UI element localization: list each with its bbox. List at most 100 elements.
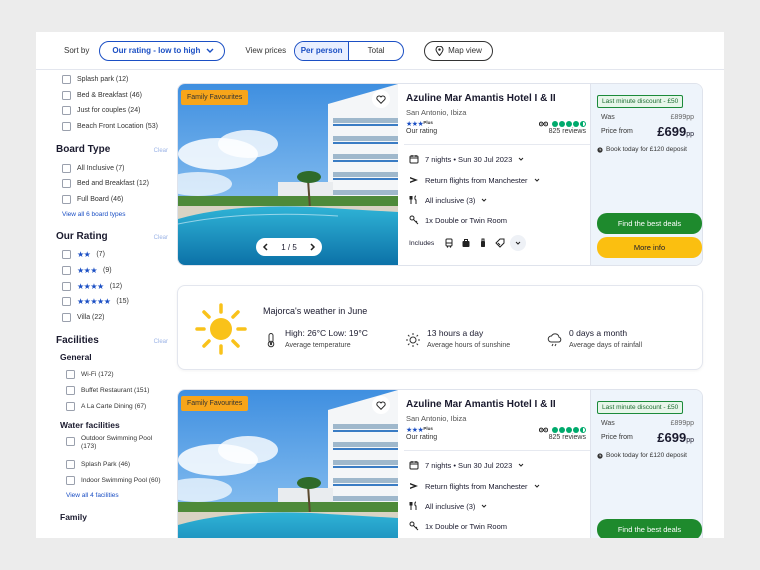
thermometer-icon — [267, 333, 275, 348]
checkbox[interactable] — [62, 194, 71, 204]
filter-option[interactable]: Villa (22) — [56, 310, 168, 326]
price-from-label: Price from — [601, 128, 633, 135]
star-rating-icon: ★★★★★ — [77, 297, 111, 307]
checkbox[interactable] — [62, 122, 71, 132]
find-best-deals-button[interactable]: Find the best deals — [597, 213, 702, 234]
facilities-clear[interactable]: Clear — [154, 339, 168, 345]
rating-option[interactable]: ★★★ (9) — [56, 263, 168, 279]
filter-option[interactable]: Bed & Breakfast (46) — [56, 88, 168, 104]
total-button[interactable]: Total — [349, 42, 403, 60]
filter-label: Wi-Fi (172) — [81, 371, 114, 379]
board-row[interactable]: All inclusive (3) — [409, 501, 487, 511]
filter-option[interactable]: Outdoor Swimming Pool (173) — [56, 435, 168, 457]
filter-option[interactable]: All Inclusive (7) — [56, 160, 168, 176]
board-type-clear[interactable]: Clear — [154, 148, 168, 154]
hotel-photo[interactable]: Family Favourites 1 / 5 — [178, 84, 398, 265]
checkbox[interactable] — [66, 370, 75, 380]
checkbox[interactable] — [66, 475, 75, 485]
price-from-label: Price from — [601, 434, 633, 441]
filter-label: Splash park (12) — [77, 76, 129, 84]
our-rating: ★★★Plus Our rating — [406, 426, 437, 441]
filter-label: Indoor Swimming Pool (60) — [81, 476, 161, 484]
filter-option[interactable]: Splash park (12) — [56, 72, 168, 88]
board-type-header: Board Type Clear — [56, 144, 168, 155]
view-all-board-types-link[interactable]: View all 6 board types — [56, 207, 168, 221]
rating-option[interactable]: ★★ (7) — [56, 247, 168, 263]
filter-option[interactable]: Indoor Swimming Pool (60) — [56, 473, 168, 489]
checkbox[interactable] — [62, 250, 71, 260]
sunshine-label: Average hours of sunshine — [427, 342, 511, 349]
weather-sunshine: 13 hours a day Average hours of sunshine — [405, 328, 510, 349]
filter-option[interactable]: Buffet Restaurant (151) — [56, 383, 168, 399]
chevron-left-icon[interactable] — [262, 243, 268, 251]
filter-option[interactable]: Splash Park (46) — [56, 457, 168, 473]
our-rating-clear[interactable]: Clear — [154, 235, 168, 241]
flights-row[interactable]: Return flights from Manchester — [409, 175, 540, 185]
filter-label: All Inclusive (7) — [77, 164, 125, 172]
filter-option[interactable]: Full Board (46) — [56, 192, 168, 208]
filter-label: Beach Front Location (53) — [77, 123, 158, 131]
includes-label: Includes — [409, 239, 435, 247]
checkbox[interactable] — [62, 179, 71, 189]
checkbox[interactable] — [62, 281, 71, 291]
filter-count: (12) — [109, 282, 123, 290]
find-best-deals-button[interactable]: Find the best deals — [597, 519, 702, 538]
per-person-button[interactable]: Per person — [295, 41, 350, 60]
tripadvisor-rating[interactable]: 825 reviews — [539, 121, 586, 135]
chevron-down-icon — [482, 504, 487, 508]
luggage-icon — [459, 237, 472, 250]
filter-option[interactable]: Wi-Fi (172) — [56, 367, 168, 383]
deposit-text: Book today for £120 deposit — [606, 146, 687, 153]
filter-option[interactable]: Bed and Breakfast (12) — [56, 176, 168, 192]
expand-includes-button[interactable] — [510, 235, 527, 251]
checkbox[interactable] — [66, 401, 75, 411]
temperature-value: High: 26°C Low: 19°C — [285, 328, 368, 338]
checkbox[interactable] — [66, 386, 75, 396]
trip-dates-row[interactable]: 7 nights • Sun 30 Jul 2023 — [409, 460, 524, 470]
checkbox[interactable] — [62, 163, 71, 173]
tripadvisor-owl-icon — [539, 427, 549, 433]
checkbox[interactable] — [62, 106, 71, 116]
search-results-page: Sort by Our rating - low to high View pr… — [36, 32, 724, 538]
chevron-down-icon — [534, 178, 539, 182]
board-row[interactable]: All inclusive (3) — [409, 195, 487, 205]
trip-dates-row[interactable]: 7 nights • Sun 30 Jul 2023 — [409, 154, 524, 164]
weather-panel: Majorca's weather in June High: 26°C Low… — [177, 285, 703, 370]
sort-select[interactable]: Our rating - low to high — [99, 40, 226, 61]
map-pin-icon — [435, 45, 444, 56]
deposit-note: Book today for £120 deposit — [597, 452, 687, 459]
transfer-bus-icon — [442, 237, 455, 250]
favourite-heart-button[interactable] — [372, 396, 390, 414]
map-view-label: Map view — [448, 46, 482, 55]
filter-option[interactable]: Just for couples (24) — [56, 103, 168, 119]
rating-option[interactable]: ★★★★ (12) — [56, 278, 168, 294]
checkbox[interactable] — [66, 436, 75, 446]
chevron-right-icon[interactable] — [310, 243, 316, 251]
checkbox[interactable] — [62, 297, 71, 307]
room-row: 1x Double or Twin Room — [409, 521, 507, 531]
checkbox[interactable] — [66, 460, 75, 470]
star-rating-icon: ★★ — [77, 250, 91, 260]
favourite-heart-button[interactable] — [372, 90, 390, 108]
checkbox[interactable] — [62, 266, 71, 276]
filter-option[interactable]: Beach Front Location (53) — [56, 119, 168, 135]
flights-row[interactable]: Return flights from Manchester — [409, 481, 540, 491]
checkbox[interactable] — [62, 90, 71, 100]
family-subtitle: Family — [60, 512, 87, 523]
view-all-facilities-link[interactable]: View all 4 facilities — [56, 488, 168, 502]
hotel-name[interactable]: Azuline Mar Amantis Hotel I & II — [406, 93, 556, 104]
filter-option[interactable]: A La Carte Dining (67) — [56, 398, 168, 414]
more-info-button[interactable]: More info — [597, 237, 702, 258]
rainfall-label: Average days of rainfall — [569, 342, 643, 349]
hotel-name[interactable]: Azuline Mar Amantis Hotel I & II — [406, 399, 556, 410]
cutlery-icon — [409, 501, 417, 510]
star-rating-icon: ★★★ — [406, 427, 424, 434]
hotel-pool-image — [178, 390, 398, 538]
tripadvisor-rating[interactable]: 825 reviews — [539, 427, 586, 441]
checkbox[interactable] — [62, 75, 71, 85]
checkbox[interactable] — [62, 312, 71, 322]
rating-option[interactable]: ★★★★★ (15) — [56, 294, 168, 310]
map-view-button[interactable]: Map view — [424, 40, 493, 61]
chevron-down-icon — [518, 157, 524, 161]
hotel-photo[interactable]: Family Favourites — [178, 390, 398, 538]
